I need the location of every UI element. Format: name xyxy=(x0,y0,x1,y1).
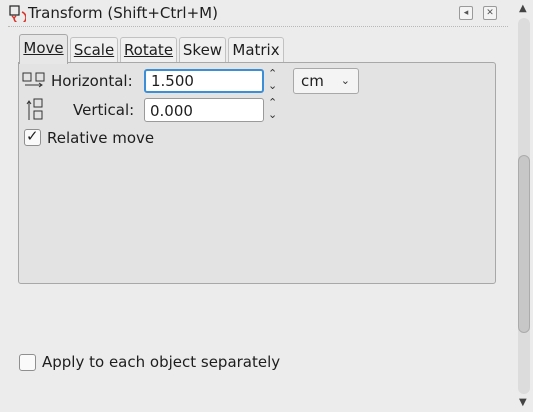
chevron-down-icon: ⌄ xyxy=(340,74,350,87)
move-vertical-icon xyxy=(25,98,45,126)
apply-each-label: Apply to each object separately xyxy=(42,353,281,371)
scroll-thumb[interactable] xyxy=(518,155,530,333)
vertical-scrollbar[interactable]: ▲ ▼ xyxy=(515,0,533,412)
horizontal-stepper[interactable]: ⌃ ⌄ xyxy=(265,68,283,93)
tab-panel-move xyxy=(18,62,496,284)
horizontal-input[interactable]: 1.500 xyxy=(144,69,264,93)
move-horizontal-icon xyxy=(22,71,46,93)
relative-move-checkbox[interactable]: ✓ xyxy=(24,127,41,146)
tab-scale[interactable]: Scale xyxy=(70,37,118,63)
transform-icon xyxy=(8,4,27,25)
vertical-input[interactable]: 0.000 xyxy=(144,98,264,122)
vertical-label: Vertical: xyxy=(73,101,135,119)
unit-select[interactable]: cm ⌄ xyxy=(293,68,359,94)
dialog-title: Transform (Shift+Ctrl+M) xyxy=(28,4,218,22)
vertical-stepper[interactable]: ⌃ ⌄ xyxy=(265,97,283,122)
tab-matrix[interactable]: Matrix xyxy=(228,37,284,63)
stepper-down-icon[interactable]: ⌄ xyxy=(268,109,278,120)
tab-rotate[interactable]: Rotate xyxy=(120,37,177,63)
dialog-titlebar: Transform (Shift+Ctrl+M) ◂ ✕ xyxy=(0,0,512,27)
stepper-up-icon[interactable]: ⌃ xyxy=(268,97,278,108)
stepper-down-icon[interactable]: ⌄ xyxy=(268,80,278,91)
unit-value: cm xyxy=(301,72,324,90)
scroll-down-icon[interactable]: ▼ xyxy=(519,397,527,408)
tab-skew[interactable]: Skew xyxy=(179,37,226,63)
scroll-up-icon[interactable]: ▲ xyxy=(519,3,527,14)
relative-move-label: Relative move xyxy=(47,129,155,147)
panel-collapse-icon[interactable]: ◂ xyxy=(459,6,473,20)
horizontal-label: Horizontal: xyxy=(51,72,133,90)
close-icon[interactable]: ✕ xyxy=(483,6,497,20)
tab-move[interactable]: Move xyxy=(19,34,68,64)
stepper-up-icon[interactable]: ⌃ xyxy=(268,68,278,79)
title-separator xyxy=(8,26,508,27)
checkmark-icon: ✓ xyxy=(26,127,39,145)
apply-each-checkbox[interactable] xyxy=(19,354,36,371)
